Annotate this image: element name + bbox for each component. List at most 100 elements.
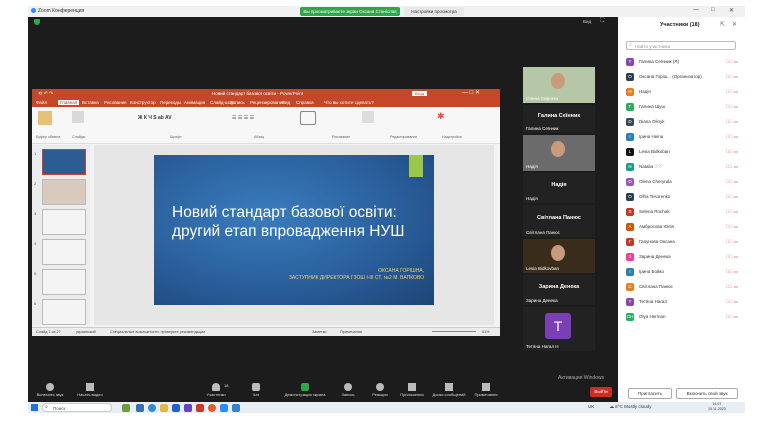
title-bar: Zoom Конференция Вы просматриваете экран… [28,6,745,17]
participant-row[interactable]: D Diana Olinyk 🎙⃠ ▭ [626,117,738,128]
participants-button[interactable]: Участники [196,383,236,397]
language-indicator[interactable]: UK [588,404,594,409]
ribbon-tab[interactable]: Запись [230,100,245,105]
windows-start-icon[interactable] [31,404,38,411]
ribbon-tab[interactable]: Вид [282,100,290,105]
taskbar-search[interactable]: Поиск [42,403,112,412]
firefox-icon[interactable] [208,403,216,412]
minimize-button[interactable]: — [693,7,699,13]
slide-thumbnail[interactable] [42,149,86,175]
widgets-icon[interactable] [122,403,130,412]
ribbon-tab[interactable]: Вставка [82,100,99,105]
notes-toolbar-button[interactable]: Примечания [466,383,506,397]
close-button[interactable]: ✕ [729,7,734,14]
participant-search-input[interactable]: Найти участника [626,41,736,50]
video-tile[interactable]: Зарина Денека Зарина Денека [523,275,595,305]
ribbon-tab[interactable]: Рецензирование [250,100,285,105]
shapes-icon[interactable] [300,111,316,125]
participant-row[interactable]: Т Галина Сеїнник (Я) 🎙⃠ ▭ [626,57,738,68]
share-settings-button[interactable]: Настройки просмотра [404,7,464,16]
ppt-window-controls-icon[interactable]: — □ ✕ [462,89,480,96]
maximize-button[interactable]: □ [711,7,715,13]
meeting-area: Вид ⛶ ⟲ ↶ ↷ Новий стандарт базової освіт… [28,17,618,394]
powerpoint-icon[interactable] [196,403,204,412]
unmute-self-button[interactable]: Включить свой звук [676,388,738,399]
participant-row[interactable]: І Ірина Heina 🎙⃠ ▭ [626,132,738,143]
popout-icon[interactable]: ⇱ [720,21,725,28]
zoom-taskbar-icon[interactable] [220,403,228,412]
ribbon-tab[interactable]: Что вы хотите сделать? [324,100,374,105]
paragraph-icon[interactable]: ☰ ☰ ☰ ☰ [232,115,254,121]
mute-button[interactable]: Включить звук [30,383,70,397]
ribbon-tab[interactable]: Главная [58,99,80,105]
addins-icon[interactable]: ✱ [437,111,445,122]
participant-row[interactable]: OH Olya Herman 🎙⃠ ▭ [626,312,738,323]
participant-row[interactable]: О Оксана Горіш... (Организатор) 🎙⃠ ▭ [626,72,738,83]
viber-icon[interactable] [184,403,192,412]
status-accessibility[interactable]: Специальные возможности: проверьте реком… [110,330,205,334]
chat-button[interactable]: Чат [236,383,276,397]
autosave-icon[interactable]: ⟲ ↶ ↷ [38,91,53,97]
slide-thumbnail[interactable] [42,269,86,295]
slide-thumbnail[interactable] [42,299,86,325]
ribbon-tab[interactable]: Файл [36,100,47,105]
taskbar-clock[interactable]: 14:07 15.11.2023 [708,402,726,412]
participant-row[interactable]: Т Тетяна Нагал 🎙⃠ ▭ [626,297,738,308]
participant-row[interactable]: Г Гапунова Оксана 🎙⃠ ▭ [626,237,738,248]
paste-icon[interactable] [38,111,52,125]
meeting-top-bar: Вид ⛶ [28,17,618,28]
invite-button[interactable]: Пригласить [628,388,672,399]
slide-thumbnail[interactable] [42,179,86,205]
participant-row[interactable]: O Olha Tesorenko 🎙⃠ ▭ [626,192,738,203]
video-tile[interactable]: Lesia Bidkovban [523,239,595,273]
video-tile[interactable]: Надія Надія [523,173,595,203]
participant-avatar: О [626,73,634,81]
store-icon[interactable] [172,403,180,412]
participant-row[interactable]: З Зарина Денека 🎙⃠ ▭ [626,252,738,263]
telegram-icon[interactable] [232,403,240,412]
leave-button[interactable]: Выйти [590,387,612,397]
participant-row[interactable]: Н Надія 🎙⃠ ▭ [626,87,738,98]
video-button[interactable]: Начать видео [70,383,110,397]
ribbon-tab[interactable]: Рисование [104,100,127,105]
video-tile[interactable]: Галина Сеїнник Галина Сеїнник [523,105,595,133]
participant-row[interactable]: С Світлана Панюс 🎙⃠ ▭ [626,282,738,293]
ppt-login-button[interactable]: Вход [412,90,428,96]
video-tile[interactable]: Надія [523,135,595,171]
participant-row[interactable]: O Olena Cherynda 🎙⃠ ▭ [626,177,738,188]
video-tile[interactable]: T Тетяна Нагал Н [523,307,595,351]
share-screen-button[interactable]: Демонстрация экрана [280,383,330,397]
file-explorer-icon[interactable] [160,403,168,412]
weather-text[interactable]: 8°C Mostly cloudy [615,404,651,409]
status-language[interactable]: украинский [76,330,96,334]
edge-icon[interactable] [148,403,156,412]
fullscreen-icon[interactable]: ⛶ [600,18,604,25]
taskbar-search-icon: ⌕ [45,404,48,410]
ribbon-tab[interactable]: Переходы [160,100,181,105]
task-view-icon[interactable] [136,403,144,412]
participant-row[interactable]: L Lesia Bidkoban 🎙⃠ ▭ [626,147,738,158]
zoom-slider[interactable] [432,331,476,332]
participant-row[interactable]: S Selena Rochuk 🎙⃠ ▭ [626,207,738,218]
slide-thumbnail[interactable] [42,209,86,235]
participant-row[interactable]: Г Галина Шуш 🎙⃠ ▭ [626,102,738,113]
view-button[interactable]: Вид [583,19,591,24]
notes-button[interactable]: Заметки [312,330,327,334]
comments-button[interactable]: Примечания [340,330,362,334]
panel-close-icon[interactable]: ✕ [732,21,737,28]
font-format-icon[interactable]: Ж К Ч S ab AV [138,115,172,121]
video-tile[interactable]: Світлана Панюс Світлана Панюс [523,205,595,237]
ribbon-tab[interactable]: Анимация [184,100,205,105]
ribbon-tab[interactable]: Конструктор [130,100,156,105]
participant-row[interactable]: N Natalia ♡♡ 🎙⃠ ▭ [626,162,738,173]
participant-row[interactable]: І Ірина Бойко 🎙⃠ ▭ [626,267,738,278]
zoom-level[interactable]: 61% [482,330,490,334]
video-tile[interactable]: Олена Сиротко [523,67,595,103]
slide[interactable]: Новий стандарт базової освіти: другий ет… [154,155,434,305]
ribbon-tab[interactable]: Справка [296,100,314,105]
shield-icon[interactable] [34,19,40,25]
slide-thumbnail[interactable] [42,239,86,265]
new-slide-icon[interactable] [72,111,84,123]
participant-row[interactable]: А Амбросова Юлія 🎙⃠ ▭ [626,222,738,233]
edit-icon[interactable] [362,111,374,123]
